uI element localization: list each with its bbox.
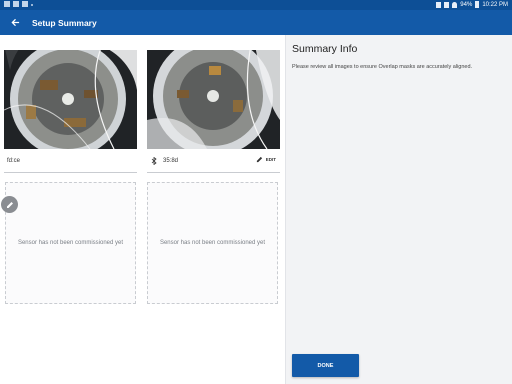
edit-label: EDIT <box>265 157 276 162</box>
notification-icon <box>22 1 28 7</box>
done-button[interactable]: DONE <box>292 354 359 377</box>
summary-description: Please review all images to ensure Overl… <box>292 64 473 70</box>
sensor-caption: 35:8d EDIT <box>147 149 280 173</box>
edit-fab-button[interactable] <box>1 196 18 213</box>
arrow-left-icon <box>10 18 19 27</box>
not-commissioned-message: Sensor has not been commissioned yet <box>17 240 124 246</box>
page-title: Setup Summary <box>32 17 97 28</box>
battery-icon <box>475 1 480 8</box>
sensor-grid: fd:ce 35:8d EDIT Sensor has not been com… <box>0 35 285 384</box>
system-icons: 94% 10:22 PM <box>436 1 508 8</box>
sensor-fisheye-image[interactable] <box>4 50 137 149</box>
status-bar: 94% 10:22 PM <box>0 0 512 10</box>
back-button[interactable] <box>8 16 22 30</box>
sensor-name: 35:8d <box>163 157 179 164</box>
pencil-icon <box>256 156 262 163</box>
summary-title: Summary Info <box>292 43 358 55</box>
edit-button[interactable]: EDIT <box>256 156 276 163</box>
bluetooth-status-icon <box>436 1 442 8</box>
not-commissioned-message: Sensor has not been commissioned yet <box>159 240 266 246</box>
summary-panel: Summary Info Please review all images to… <box>285 35 512 384</box>
wifi-icon <box>452 1 458 8</box>
pencil-icon <box>6 201 13 208</box>
battery-percent: 94% <box>460 1 473 8</box>
bluetooth-icon <box>151 156 157 165</box>
empty-sensor-slot: Sensor has not been commissioned yet <box>5 182 136 304</box>
mute-icon <box>444 1 450 8</box>
sensor-card: 35:8d EDIT <box>147 50 280 174</box>
empty-sensor-slot: Sensor has not been commissioned yet <box>147 182 278 304</box>
sensor-name: fd:ce <box>7 157 21 164</box>
sensor-card: fd:ce <box>4 50 137 174</box>
notification-icon <box>13 1 19 7</box>
app-bar: Setup Summary <box>0 10 512 35</box>
notification-dot-icon <box>31 4 33 6</box>
clock: 10:22 PM <box>482 1 508 8</box>
sensor-fisheye-image[interactable] <box>147 50 280 149</box>
notification-icons <box>4 1 33 7</box>
sensor-caption: fd:ce <box>4 149 137 173</box>
notification-icon <box>4 1 10 7</box>
